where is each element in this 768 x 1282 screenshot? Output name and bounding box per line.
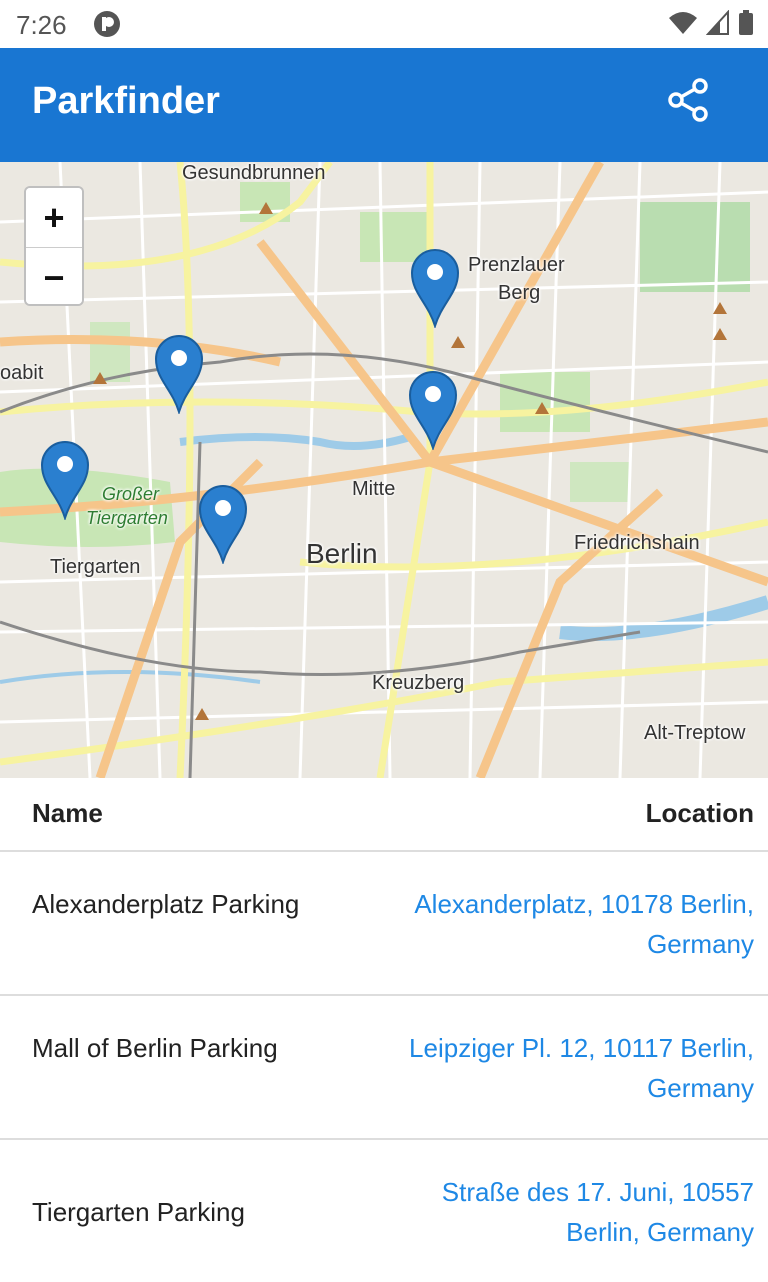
parking-location-link[interactable]: Leipziger Pl. 12, 10117 Berlin, Germany xyxy=(364,1028,754,1108)
battery-icon xyxy=(739,10,753,35)
app-bar: Parkfinder xyxy=(0,48,768,162)
map-label-gesundbrunnen: Gesundbrunnen xyxy=(182,162,326,184)
share-icon[interactable] xyxy=(664,76,712,124)
column-header-location[interactable]: Location xyxy=(646,798,754,829)
parking-name: Mall of Berlin Parking xyxy=(32,1033,278,1063)
map-marker-icon[interactable] xyxy=(154,334,204,414)
map-marker-icon[interactable] xyxy=(198,484,248,564)
zoom-control: + − xyxy=(24,186,84,306)
parking-table: Name Location Alexanderplatz Parking Ale… xyxy=(0,778,768,1282)
zoom-in-button[interactable]: + xyxy=(26,188,82,248)
map-label-moabit: oabit xyxy=(0,362,44,384)
map-label-grosser-tiergarten: Tiergarten xyxy=(86,508,168,528)
map-label-kreuzberg: Kreuzberg xyxy=(372,672,465,694)
map-label-alt-treptow: Alt-Treptow xyxy=(644,722,746,744)
table-row[interactable]: Mall of Berlin Parking Leipziger Pl. 12,… xyxy=(0,996,768,1140)
status-bar: 7:26 xyxy=(0,0,768,48)
table-header: Name Location xyxy=(0,778,768,852)
signal-icon xyxy=(706,10,729,35)
map-label-mitte: Mitte xyxy=(352,478,396,500)
parking-location-link[interactable]: Alexanderplatz, 10178 Berlin, Germany xyxy=(364,884,754,964)
table-row[interactable]: Alexanderplatz Parking Alexanderplatz, 1… xyxy=(0,852,768,996)
parking-location-link[interactable]: Straße des 17. Juni, 10557 Berlin, Germa… xyxy=(364,1172,754,1252)
map-label-prenzlauer: Prenzlauer xyxy=(468,254,565,276)
wifi-icon xyxy=(669,12,697,34)
map-label-friedrichshain: Friedrichshain xyxy=(574,532,700,554)
column-header-name[interactable]: Name xyxy=(32,798,103,829)
map-marker-icon[interactable] xyxy=(410,248,460,328)
status-time: 7:26 xyxy=(16,10,67,40)
map-view[interactable]: Gesundbrunnen Prenzlauer Berg oabit Groß… xyxy=(0,162,768,778)
map-label-tiergarten: Tiergarten xyxy=(50,556,141,578)
map-label-prenzlauer-berg: Berg xyxy=(498,282,541,304)
table-row[interactable]: Tiergarten Parking Straße des 17. Juni, … xyxy=(0,1140,768,1282)
parking-name: Alexanderplatz Parking xyxy=(32,889,300,919)
app-notification-icon xyxy=(94,11,120,37)
zoom-out-button[interactable]: − xyxy=(26,248,82,304)
map-label-berlin: Berlin xyxy=(306,538,378,569)
parking-name: Tiergarten Parking xyxy=(32,1197,245,1227)
map-marker-icon[interactable] xyxy=(40,440,90,520)
map-label-grosser: Großer xyxy=(102,484,160,504)
map-marker-icon[interactable] xyxy=(408,370,458,450)
app-title: Parkfinder xyxy=(32,80,220,122)
